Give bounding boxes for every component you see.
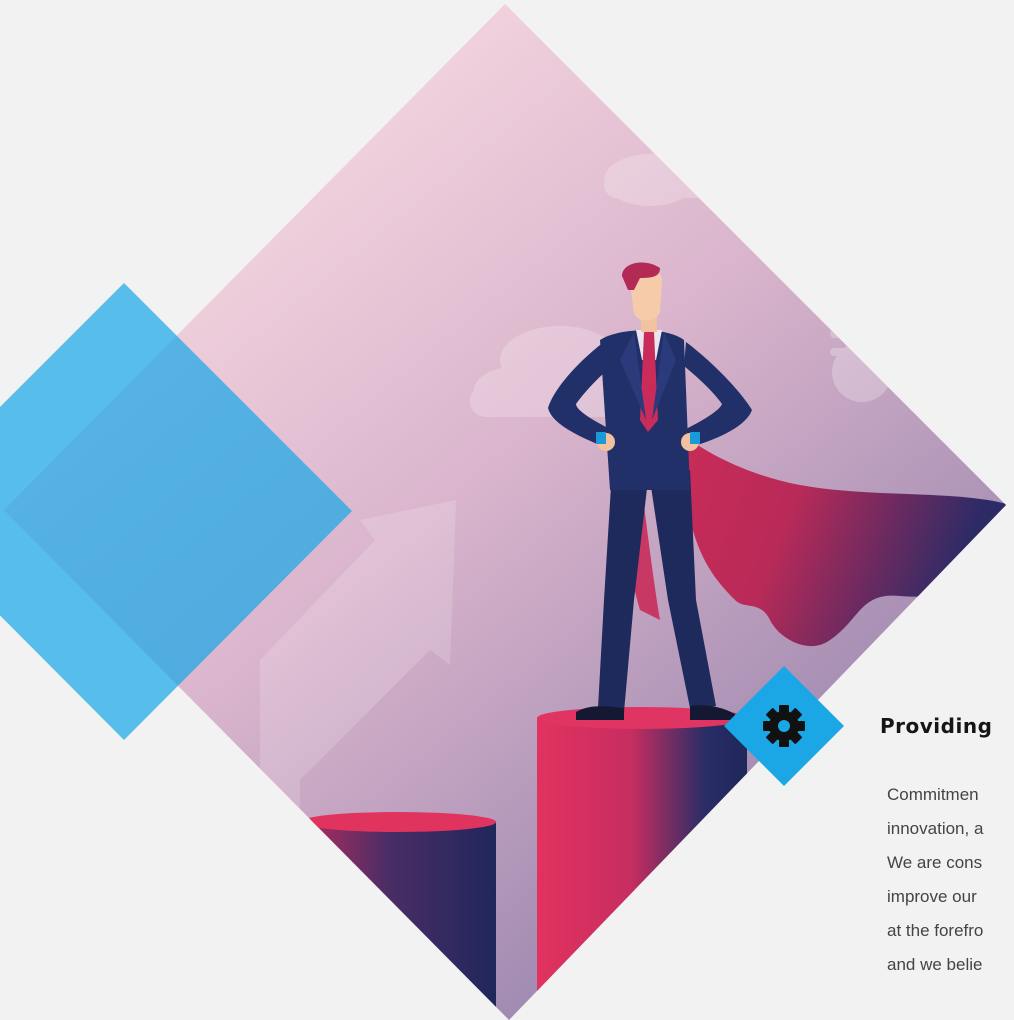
feature-line: Commitmen xyxy=(887,785,979,804)
feature-line: at the forefro xyxy=(887,921,984,940)
gear-badge xyxy=(724,666,844,786)
feature-line: innovation, a xyxy=(887,819,984,838)
hero-section: Providing Commitmen innovation, a We are… xyxy=(0,0,1014,1020)
feature-line: improve our xyxy=(887,887,977,906)
feature-title: Providing xyxy=(880,714,993,738)
short-pillar xyxy=(300,812,496,1020)
tall-pillar xyxy=(537,707,747,1020)
hero-illustration xyxy=(0,4,1006,1020)
gear-icon xyxy=(763,705,805,747)
feature-line: We are cons xyxy=(887,853,983,872)
feature-line: and we belie xyxy=(887,955,983,974)
feature-description: Commitmen innovation, a We are cons impr… xyxy=(887,778,1014,982)
